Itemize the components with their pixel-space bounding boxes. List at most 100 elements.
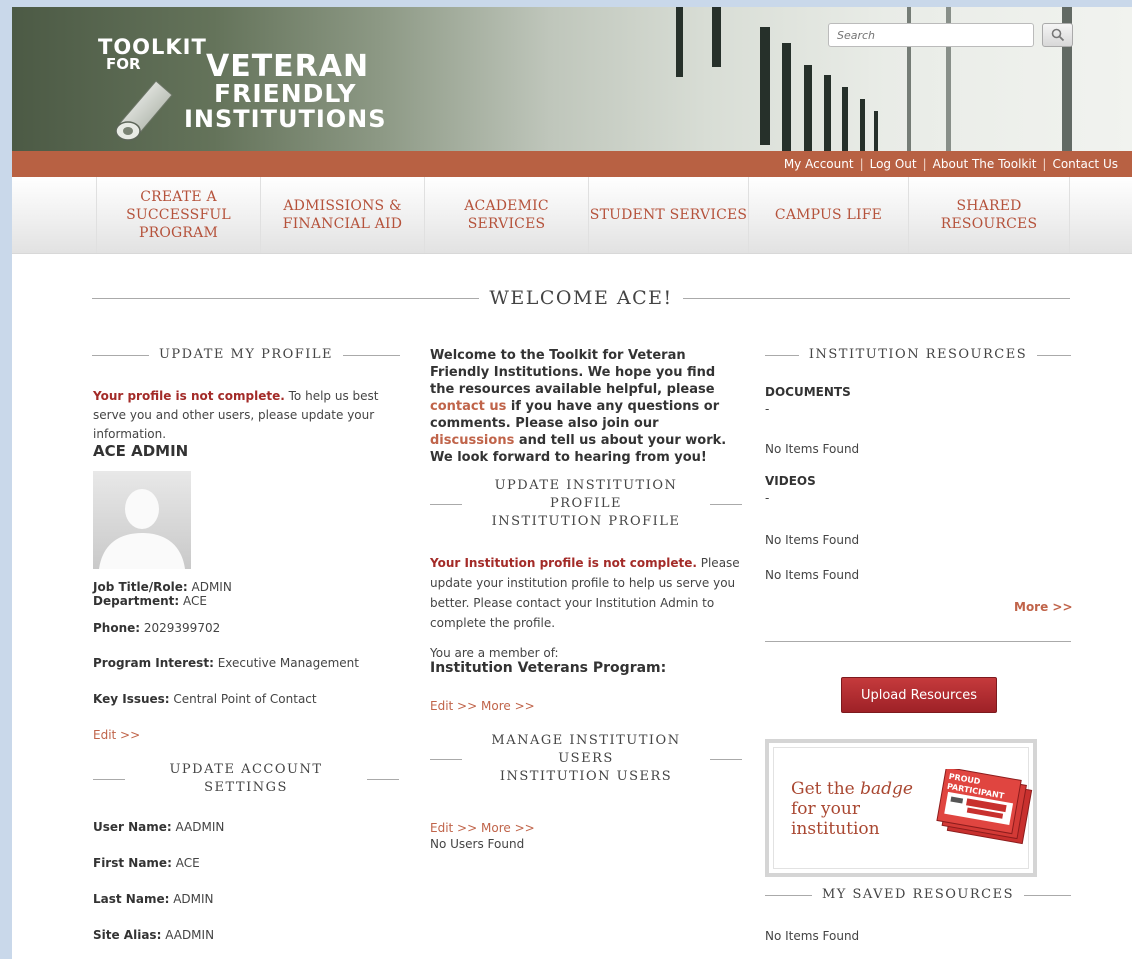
utility-nav: My Account | Log Out | About The Toolkit… (12, 151, 1132, 177)
nav-campus-life[interactable]: CAMPUS LIFE (748, 177, 908, 253)
edit-users-link[interactable]: Edit >> (430, 821, 477, 835)
separator: | (1042, 157, 1047, 171)
scroll-icon (115, 80, 173, 141)
videos-none: No Items Found (765, 533, 860, 547)
user-silhouette-icon (99, 489, 185, 569)
divider (765, 641, 1071, 642)
program-interest-label: Program Interest: (93, 656, 214, 670)
nav-label: CREATE A SUCCESSFUL PROGRAM (126, 189, 231, 241)
heading-line: INSTITUTION PROFILE (491, 514, 681, 529)
welcome-message: Welcome to the Toolkit for Veteran Frien… (430, 347, 742, 466)
job-title-field: Job Title/Role: ADMIN Department: ACE (93, 580, 232, 608)
contact-us-inline-link[interactable]: contact us (430, 399, 506, 414)
more-users-link[interactable]: More >> (481, 821, 535, 835)
badge-text-line2: for your (791, 799, 860, 819)
key-issues-label: Key Issues: (93, 692, 170, 706)
my-account-link[interactable]: My Account (784, 157, 854, 171)
nav-label: STUDENT SERVICES (589, 207, 748, 223)
heading-line: INSTITUTION USERS (499, 769, 673, 784)
documents-none: No Items Found (765, 442, 860, 456)
department-label: Department: (93, 594, 180, 608)
nav-label: ACADEMIC SERVICES (464, 198, 549, 232)
phone-field: Phone: 2029399702 (93, 619, 220, 638)
nav-label: CAMPUS LIFE (774, 207, 883, 223)
heading-text-block: MANAGE INSTITUTION USERS INSTITUTION USE… (462, 732, 710, 786)
videos-label: VIDEOS (765, 474, 816, 488)
username-label: User Name: (93, 820, 172, 834)
site-alias-value: AADMIN (161, 928, 215, 942)
search-input[interactable] (828, 23, 1034, 47)
badge-text-line3: institution (791, 819, 880, 839)
nav-create-program[interactable]: CREATE A SUCCESSFUL PROGRAM (96, 177, 260, 253)
heading-line: PROFILE (550, 496, 622, 511)
documents-dash: - (765, 402, 770, 416)
saved-resources-heading: MY SAVED RESOURCES (765, 886, 1072, 904)
heading-text: MY SAVED RESOURCES (821, 887, 1015, 902)
edit-institution-link[interactable]: Edit >> (430, 699, 477, 713)
manage-users-heading: MANAGE INSTITUTION USERS INSTITUTION USE… (430, 732, 742, 786)
heading-text-block: UPDATE INSTITUTION PROFILE INSTITUTION P… (462, 477, 710, 531)
site-logo[interactable]: TOOLKIT FOR VETERAN FRIENDLY INSTITUTION… (96, 33, 386, 143)
extra-none: No Items Found (765, 568, 860, 582)
profile-incomplete-label: Your profile is not complete. (93, 389, 285, 403)
heading-text: UPDATE ACCOUNT SETTINGS (169, 762, 323, 795)
proud-participant-badge-image: PROUD PARTICIPANT (936, 769, 1033, 845)
page: TOOLKIT FOR VETERAN FRIENDLY INSTITUTION… (12, 7, 1132, 959)
videos-dash: - (765, 491, 770, 505)
heading-line: USERS (558, 751, 614, 766)
edit-profile-link[interactable]: Edit >> (93, 726, 140, 745)
institution-incomplete-message: Your Institution profile is not complete… (430, 553, 742, 633)
heading-text: UPDATE MY PROFILE (158, 347, 334, 362)
badge-promo[interactable]: Get the badge for your institution PROUD… (765, 739, 1037, 877)
separator: | (859, 157, 864, 171)
more-institution-link[interactable]: More >> (481, 699, 535, 713)
welcome-title: WELCOME ACE! (489, 287, 673, 309)
job-title-label: Job Title/Role: (93, 580, 188, 594)
first-name-label: First Name: (93, 856, 172, 870)
logo-text-friendly: FRIENDLY (214, 79, 357, 108)
heading-line: MANAGE INSTITUTION (491, 733, 681, 748)
nav-admissions[interactable]: ADMISSIONS & FINANCIAL AID (260, 177, 424, 253)
search-button[interactable] (1042, 23, 1073, 47)
nav-student-services[interactable]: STUDENT SERVICES (588, 177, 748, 253)
upload-resources-button[interactable]: Upload Resources (841, 677, 997, 713)
phone-value: 2029399702 (140, 621, 221, 635)
no-users-found: No Users Found (430, 837, 525, 851)
update-profile-heading: UPDATE MY PROFILE (92, 346, 400, 364)
account-settings-heading: UPDATE ACCOUNT SETTINGS (93, 761, 399, 797)
badge-text-line1: Get the (791, 779, 861, 799)
institution-incomplete-label: Your Institution profile is not complete… (430, 556, 697, 570)
nav-shared-resources[interactable]: SHARED RESOURCES (908, 177, 1070, 253)
key-issues-field: Key Issues: Central Point of Contact (93, 690, 317, 709)
department-value: ACE (179, 594, 207, 608)
more-resources-link[interactable]: More >> (1014, 598, 1073, 617)
institution-links: Edit >> More >> (430, 697, 535, 716)
avatar (93, 471, 191, 569)
users-links: Edit >> More >> No Users Found (430, 820, 535, 852)
site-alias-label: Site Alias: (93, 928, 162, 942)
welcome-text-1: Welcome to the Toolkit for Veteran Frien… (430, 348, 716, 397)
separator: | (922, 157, 927, 171)
member-of-label: You are a member of: (430, 646, 559, 660)
badge-text: Get the badge for your institution (791, 779, 913, 839)
key-issues-value: Central Point of Contact (169, 692, 317, 706)
job-title-value: ADMIN (187, 580, 232, 594)
log-out-link[interactable]: Log Out (870, 157, 917, 171)
last-name-value: ADMIN (169, 892, 214, 906)
about-toolkit-link[interactable]: About The Toolkit (933, 157, 1037, 171)
documents-label: DOCUMENTS (765, 385, 851, 399)
update-institution-heading: UPDATE INSTITUTION PROFILE INSTITUTION P… (430, 477, 742, 531)
last-name-label: Last Name: (93, 892, 170, 906)
contact-us-link[interactable]: Contact Us (1052, 157, 1118, 171)
nav-academic-services[interactable]: ACADEMIC SERVICES (424, 177, 588, 253)
discussions-link[interactable]: discussions (430, 433, 514, 448)
welcome-heading: WELCOME ACE! (92, 287, 1071, 309)
first-name-field: First Name: ACE (93, 854, 200, 873)
user-name-heading: ACE ADMIN (93, 442, 189, 460)
main-nav: CREATE A SUCCESSFUL PROGRAM ADMISSIONS &… (12, 177, 1132, 254)
program-interest-field: Program Interest: Executive Management (93, 654, 359, 673)
logo-text-institutions: INSTITUTIONS (184, 105, 387, 133)
heading-text: INSTITUTION RESOURCES (808, 347, 1028, 362)
site-alias-field: Site Alias: AADMIN (93, 926, 214, 945)
first-name-value: ACE (171, 856, 200, 870)
